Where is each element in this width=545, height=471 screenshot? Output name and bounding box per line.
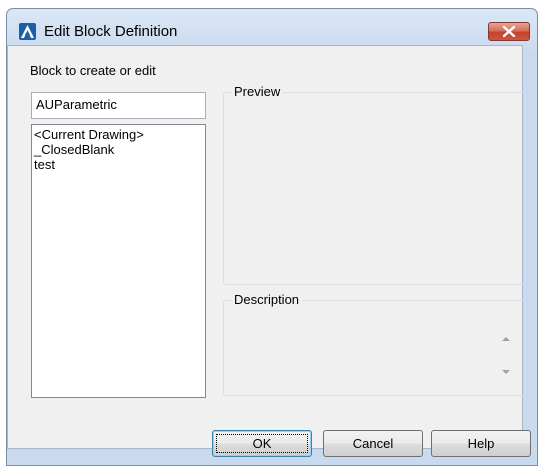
close-button[interactable] [488,22,530,41]
help-button-label: Help [467,436,495,451]
help-button[interactable]: Help [431,430,531,457]
preview-group: Preview [223,84,526,285]
list-item[interactable]: <Current Drawing> [34,127,205,142]
cancel-button-label: Cancel [352,436,394,451]
window-title: Edit Block Definition [44,23,178,40]
title-bar[interactable]: Edit Block Definition [7,9,537,49]
focus-rectangle [216,434,308,453]
ok-button[interactable]: OK [212,430,312,457]
description-label: Description [231,292,303,307]
block-label: Block to create or edit [30,63,156,78]
cancel-button[interactable]: Cancel [323,430,423,457]
block-name-input[interactable]: AUParametric [31,92,206,119]
description-field [224,310,525,395]
list-item[interactable]: test [34,157,205,172]
block-list[interactable]: <Current Drawing> _ClosedBlank test [31,124,206,398]
description-scrollbar[interactable] [498,318,515,386]
scroll-down-icon[interactable] [502,370,510,374]
list-item[interactable]: _ClosedBlank [34,142,205,157]
preview-label: Preview [231,84,284,99]
scroll-up-icon[interactable] [502,337,510,341]
description-group: Description [223,292,526,396]
close-icon [502,26,516,37]
autocad-icon [19,23,36,40]
